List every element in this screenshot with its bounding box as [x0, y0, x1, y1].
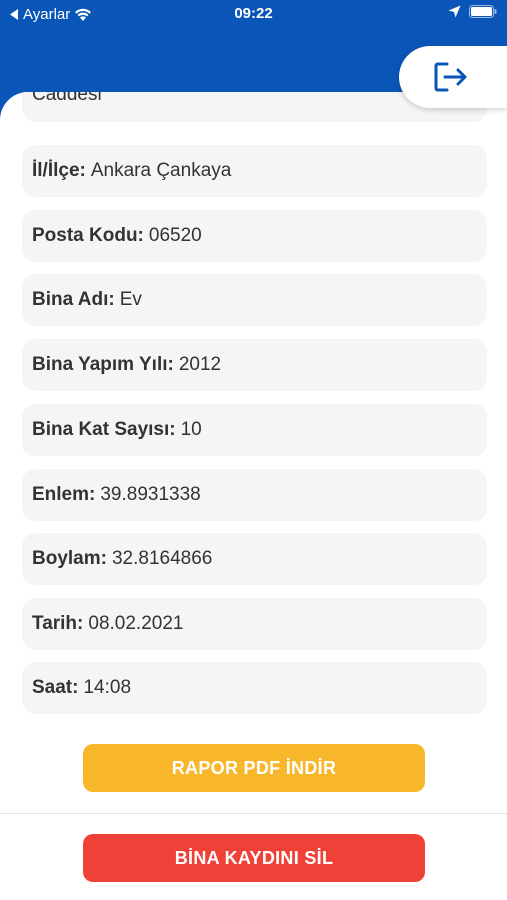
detail-value: 2012: [178, 354, 222, 375]
detail-value: 06520: [148, 225, 202, 246]
detail-row-province: İl/İlçe: Ankara Çankaya: [22, 145, 487, 197]
detail-label: Bina Yapım Yılı:: [32, 354, 174, 375]
details-sheet: Caddesi İl/İlçe: Ankara Çankaya Posta Ko…: [0, 92, 507, 900]
detail-label: İl/İlçe:: [32, 160, 86, 181]
detail-label: Saat:: [32, 677, 79, 698]
detail-row-date: Tarih: 08.02.2021: [22, 598, 487, 650]
detail-row-postal-code: Posta Kodu: 06520: [22, 210, 487, 262]
detail-label: Bina Adı:: [32, 289, 115, 310]
detail-label: Tarih:: [32, 613, 84, 634]
detail-value: 10: [180, 419, 202, 440]
detail-label: Enlem:: [32, 484, 96, 505]
battery-icon: [469, 5, 497, 18]
status-right: [448, 5, 497, 18]
detail-row-longitude: Boylam: 32.8164866: [22, 533, 487, 585]
divider: [0, 813, 507, 814]
status-time: 09:22: [234, 5, 273, 22]
location-arrow-icon: [448, 5, 461, 18]
detail-value: Ankara Çankaya: [90, 160, 232, 181]
detail-value: 32.8164866: [111, 548, 213, 569]
detail-row-time: Saat: 14:08: [22, 662, 487, 714]
logout-button[interactable]: [399, 46, 507, 108]
detail-row-floor-count: Bina Kat Sayısı: 10: [22, 404, 487, 456]
detail-row-building-name: Bina Adı: Ev: [22, 274, 487, 326]
logout-icon: [434, 62, 467, 92]
status-bar: Ayarlar 09:22: [0, 0, 507, 28]
download-pdf-report-button[interactable]: RAPOR PDF İNDİR: [83, 744, 425, 792]
detail-value: Ev: [119, 289, 142, 310]
detail-label: Boylam:: [32, 548, 107, 569]
detail-label: Bina Kat Sayısı:: [32, 419, 176, 440]
detail-row-construction-year: Bina Yapım Yılı: 2012: [22, 339, 487, 391]
detail-value: 08.02.2021: [88, 613, 184, 634]
detail-label: Posta Kodu:: [32, 225, 144, 246]
delete-building-button[interactable]: BİNA KAYDINI SİL: [83, 834, 425, 882]
detail-row-latitude: Enlem: 39.8931338: [22, 469, 487, 521]
detail-value: Caddesi: [32, 92, 102, 105]
detail-value: 14:08: [83, 677, 132, 698]
detail-value: 39.8931338: [100, 484, 201, 505]
